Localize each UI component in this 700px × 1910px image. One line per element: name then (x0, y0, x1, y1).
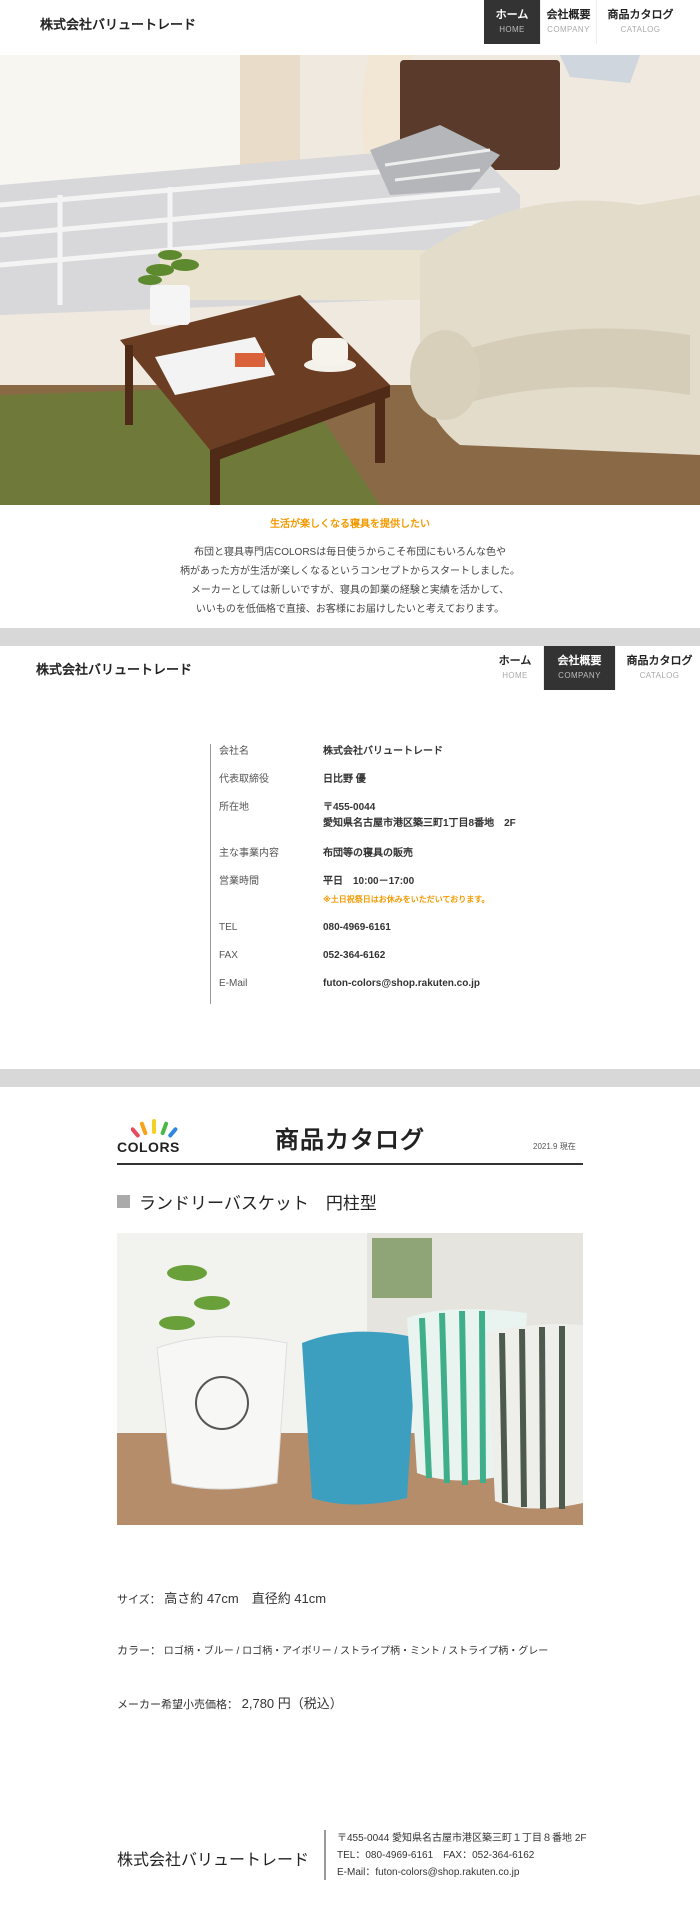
nav-catalog-2[interactable]: 商品カタログ CATALOG (615, 646, 700, 690)
nav-home-2[interactable]: ホーム HOME (487, 646, 543, 690)
company-row-ceo: 代表取締役 日比野 優 (211, 772, 571, 800)
company-name-label: 会社名 (219, 746, 249, 757)
nav-company-2[interactable]: 会社概要 COMPANY (543, 646, 615, 690)
main-nav-2: ホーム HOME 会社概要 COMPANY 商品カタログ CATALOG (487, 646, 700, 690)
address-zip: 〒455-0044 (323, 802, 376, 813)
hours-label: 営業時間 (219, 876, 259, 887)
nav-company-label: 会社概要 (546, 9, 591, 21)
product-name: ランドリーバスケット 円柱型 (139, 1194, 377, 1213)
header-company: 株式会社バリュートレード ホーム HOME 会社概要 COMPANY 商品カタロ… (0, 646, 700, 701)
price-value: 2,780 円（税込） (241, 1696, 343, 1711)
catalog-date: 2021.9 現在 (533, 1142, 576, 1151)
business-label: 主な事業内容 (219, 848, 279, 859)
ceo-value: 日比野 優 (323, 774, 366, 785)
footer-divider (324, 1830, 326, 1880)
colors-logo: COLORS (117, 1117, 197, 1157)
nav-company[interactable]: 会社概要 COMPANY (540, 0, 596, 44)
footer-company-name: 株式会社バリュートレード (117, 1852, 310, 1869)
site-brand-2[interactable]: 株式会社バリュートレード (36, 659, 192, 678)
nav-catalog[interactable]: 商品カタログ CATALOG (596, 0, 684, 44)
nav-catalog-label: 商品カタログ (607, 9, 674, 21)
footer-telfax: TEL：080-4969-6161 FAX：052-364-6162 (337, 1850, 535, 1861)
company-row-email: E-Mail futon-colors@shop.rakuten.co.jp (211, 976, 571, 1004)
price-key: メーカー希望小売価格： (117, 1699, 238, 1711)
email-label: E-Mail (219, 978, 248, 989)
size-key: サイズ： (117, 1594, 161, 1606)
company-row-name: 会社名 株式会社バリュートレード (211, 744, 571, 772)
company-row-business: 主な事業内容 布団等の寝具の販売 (211, 846, 571, 874)
main-nav: ホーム HOME 会社概要 COMPANY 商品カタログ CATALOG (484, 0, 684, 44)
nav-catalog-sub: CATALOG (620, 25, 661, 34)
color-key: カラー： (117, 1645, 161, 1657)
intro-title: 生活が楽しくなる寝具を提供したい (270, 519, 430, 530)
nav-catalog-sub-2: CATALOG (639, 671, 680, 680)
hero-illustration (0, 55, 700, 505)
ceo-label: 代表取締役 (219, 774, 269, 785)
nav-home[interactable]: ホーム HOME (484, 0, 540, 44)
footer-email[interactable]: E-Mail：futon-colors@shop.rakuten.co.jp (337, 1864, 587, 1881)
hours-text: 平日 10:00－17:00 (323, 876, 415, 887)
section-divider-2 (0, 1069, 700, 1087)
nav-company-sub: COMPANY (547, 25, 590, 34)
hours-note: ※土日祝祭日はお休みをいただいております。 (323, 895, 490, 904)
hero-bedroom-image (0, 55, 700, 505)
nav-home-label-2: ホーム (498, 655, 532, 667)
catalog-title: 商品カタログ (275, 1127, 425, 1154)
company-row-address: 所在地 〒455-0044 愛知県名古屋市港区築三町1丁目8番地 2F (211, 800, 571, 846)
header-home: 株式会社バリュートレード ホーム HOME 会社概要 COMPANY 商品カタロ… (0, 0, 700, 55)
company-row-fax: FAX 052-364-6162 (211, 948, 571, 976)
address-line: 愛知県名古屋市港区築三町1丁目8番地 2F (323, 818, 516, 829)
square-bullet-icon (117, 1195, 130, 1208)
hours-value: 平日 10:00－17:00 ※土日祝祭日はお休みをいただいております。 (323, 874, 490, 920)
fax-value: 052-364-6162 (323, 950, 386, 961)
fax-label: FAX (219, 950, 238, 961)
company-info-table: 会社名 株式会社バリュートレード 代表取締役 日比野 優 所在地 〒455-00… (210, 744, 571, 1004)
nav-company-label-2: 会社概要 (557, 655, 602, 667)
product-size: サイズ： 高さ約 47cm 直径約 41cm (117, 1588, 326, 1607)
address-label: 所在地 (219, 802, 249, 813)
company-name-value: 株式会社バリュートレード (323, 746, 443, 757)
product-photo (117, 1233, 583, 1525)
site-brand[interactable]: 株式会社バリュートレード (40, 14, 196, 33)
intro-body: 布団と寝具専門店COLORSは毎日使うからこそ布団にもいろんな色や 柄があった方… (180, 547, 520, 615)
address-value: 〒455-0044 愛知県名古屋市港区築三町1丁目8番地 2F (323, 800, 516, 846)
nav-home-sub-2: HOME (502, 671, 528, 680)
footer-address: 〒455-0044 愛知県名古屋市港区築三町１丁目８番地 2F (337, 1833, 587, 1844)
nav-company-sub-2: COMPANY (558, 671, 601, 680)
tel-label: TEL (219, 922, 238, 933)
nav-home-label: ホーム (495, 9, 529, 21)
colors-rainbow-icon (131, 1119, 178, 1138)
color-value: ロゴ柄・ブルー / ロゴ柄・アイボリー / ストライプ柄・ミント / ストライプ… (163, 1646, 549, 1657)
product-price: メーカー希望小売価格： 2,780 円（税込） (117, 1693, 343, 1712)
section-divider (0, 628, 700, 646)
footer-contact: 〒455-0044 愛知県名古屋市港区築三町１丁目８番地 2F TEL：080-… (337, 1830, 587, 1881)
colors-logo-text: COLORS (117, 1139, 180, 1155)
business-value: 布団等の寝具の販売 (323, 848, 413, 859)
tel-value[interactable]: 080-4969-6161 (323, 920, 391, 948)
catalog-divider (117, 1163, 583, 1165)
email-value[interactable]: futon-colors@shop.rakuten.co.jp (323, 976, 480, 1004)
nav-home-sub: HOME (499, 25, 525, 34)
laundry-baskets-illustration (117, 1233, 583, 1525)
company-row-hours: 営業時間 平日 10:00－17:00 ※土日祝祭日はお休みをいただいております… (211, 874, 571, 920)
size-value: 高さ約 47cm 直径約 41cm (164, 1591, 327, 1606)
product-heading: ランドリーバスケット 円柱型 (117, 1189, 377, 1214)
nav-catalog-label-2: 商品カタログ (626, 655, 693, 667)
product-colors: カラー： ロゴ柄・ブルー / ロゴ柄・アイボリー / ストライプ柄・ミント / … (117, 1642, 548, 1658)
company-row-tel: TEL 080-4969-6161 (211, 920, 571, 948)
